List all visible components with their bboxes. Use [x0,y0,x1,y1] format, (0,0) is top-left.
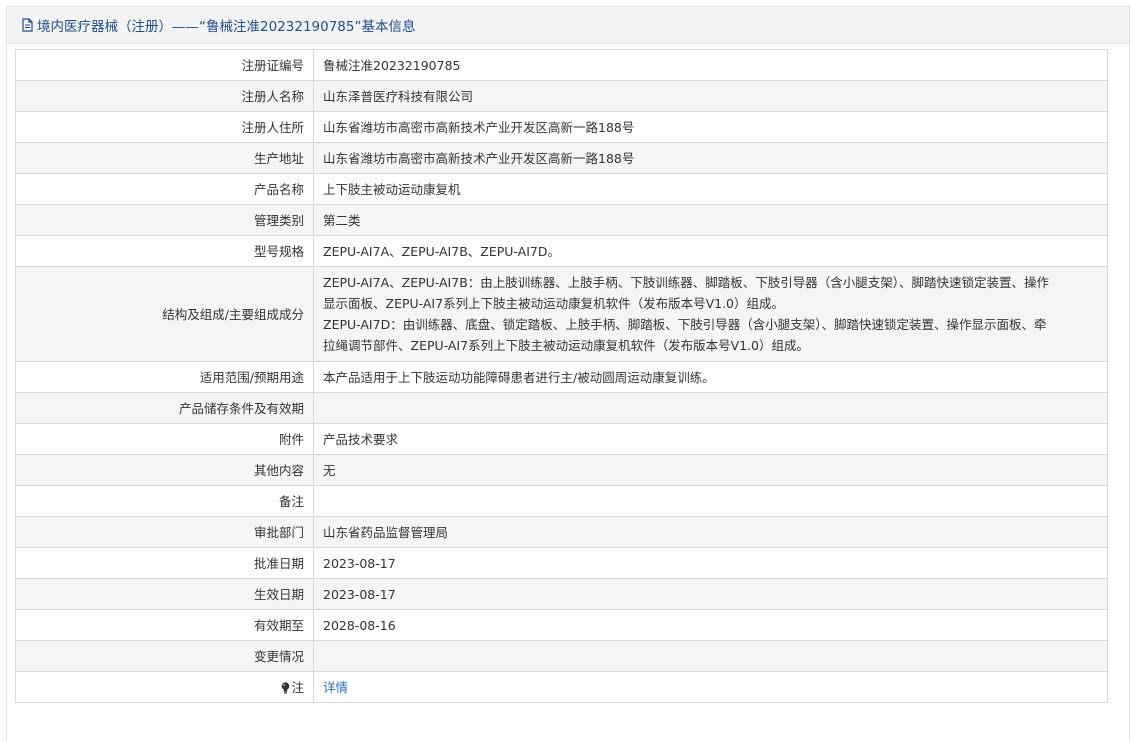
row-value [313,485,1108,517]
row-label: 有效期至 [15,609,314,641]
table-row: 产品名称 上下肢主被动运动康复机 [15,173,1108,205]
details-link[interactable]: 详情 [323,680,348,695]
table-row: 注册证编号 鲁械注准20232190785 [15,49,1108,81]
row-label: 型号规格 [15,235,314,267]
row-label: 生效日期 [15,578,314,610]
table-row: 型号规格 ZEPU-AI7A、ZEPU-AI7B、ZEPU-AI7D。 [15,235,1108,267]
table-row: 产品储存条件及有效期 [15,392,1108,424]
row-value: 产品技术要求 [313,423,1108,455]
row-value: 2023-08-17 [313,578,1108,610]
note-label-cell: 注 [15,671,314,703]
row-value: 第二类 [313,204,1108,236]
document-icon [21,18,34,32]
row-label: 产品储存条件及有效期 [15,392,314,424]
table-row: 适用范围/预期用途 本产品适用于上下肢运动功能障碍患者进行主/被动圆周运动康复训… [15,361,1108,393]
info-table: 注册证编号 鲁械注准20232190785 注册人名称 山东泽普医疗科技有限公司… [15,49,1108,703]
row-value: ZEPU-AI7A、ZEPU-AI7B、ZEPU-AI7D。 [313,235,1108,267]
table-row: 审批部门 山东省药品监督管理局 [15,516,1108,548]
row-value: 详情 [313,671,1108,703]
table-row: 备注 [15,485,1108,517]
value-line: 显示面板、ZEPU-AI7系列上下肢主被动运动康复机软件（发布版本号V1.0）组… [323,296,785,311]
row-value: 山东省潍坊市高密市高新技术产业开发区高新一路188号 [313,142,1108,174]
row-label: 其他内容 [15,454,314,486]
row-value: 无 [313,454,1108,486]
row-label: 变更情况 [15,640,314,672]
row-value: 本产品适用于上下肢运动功能障碍患者进行主/被动圆周运动康复训练。 [313,361,1108,393]
lightbulb-icon [281,679,290,693]
panel-header: 境内医疗器械（注册）——“鲁械注准20232190785”基本信息 [7,7,1129,44]
row-label: 产品名称 [15,173,314,205]
row-value: 山东省药品监督管理局 [313,516,1108,548]
table-row: 有效期至 2028-08-16 [15,609,1108,641]
page-title: 境内医疗器械（注册）——“鲁械注准20232190785”基本信息 [37,19,416,35]
table-row: 其他内容 无 [15,454,1108,486]
table-row: 生效日期 2023-08-17 [15,578,1108,610]
row-label: 注册人名称 [15,80,314,112]
row-label: 注册证编号 [15,49,314,81]
table-row: 管理类别 第二类 [15,204,1108,236]
table-row: 注 详情 [15,671,1108,703]
row-label: 审批部门 [15,516,314,548]
row-value: 上下肢主被动运动康复机 [313,173,1108,205]
row-value: 鲁械注准20232190785 [313,49,1108,81]
row-label: 批准日期 [15,547,314,579]
value-line: ZEPU-AI7A、ZEPU-AI7B：由上肢训练器、上肢手柄、下肢训练器、脚踏… [323,275,1050,290]
row-label: 适用范围/预期用途 [15,361,314,393]
table-row: 注册人名称 山东泽普医疗科技有限公司 [15,80,1108,112]
table-row: 变更情况 [15,640,1108,672]
row-label: 附件 [15,423,314,455]
row-label: 生产地址 [15,142,314,174]
row-value [313,640,1108,672]
row-value: 2023-08-17 [313,547,1108,579]
value-line: 拉绳调节部件、ZEPU-AI7系列上下肢主被动运动康复机软件（发布版本号V1.0… [323,338,810,353]
row-label: 注册人住所 [15,111,314,143]
row-value [313,392,1108,424]
row-value: 山东泽普医疗科技有限公司 [313,80,1108,112]
row-value: 2028-08-16 [313,609,1108,641]
value-line: ZEPU-AI7D：由训练器、底盘、锁定踏板、上肢手柄、脚踏板、下肢引导器（含小… [323,317,1047,332]
table-row: 批准日期 2023-08-17 [15,547,1108,579]
row-label: 注 [291,679,304,695]
table-row: 生产地址 山东省潍坊市高密市高新技术产业开发区高新一路188号 [15,142,1108,174]
table-row: 附件 产品技术要求 [15,423,1108,455]
row-value: 山东省潍坊市高密市高新技术产业开发区高新一路188号 [313,111,1108,143]
row-label: 管理类别 [15,204,314,236]
row-value-multiline: ZEPU-AI7A、ZEPU-AI7B：由上肢训练器、上肢手柄、下肢训练器、脚踏… [313,266,1108,362]
row-label: 备注 [15,485,314,517]
row-label: 结构及组成/主要组成成分 [15,266,314,362]
table-row: 结构及组成/主要组成成分 ZEPU-AI7A、ZEPU-AI7B：由上肢训练器、… [15,266,1108,362]
table-row: 注册人住所 山东省潍坊市高密市高新技术产业开发区高新一路188号 [15,111,1108,143]
